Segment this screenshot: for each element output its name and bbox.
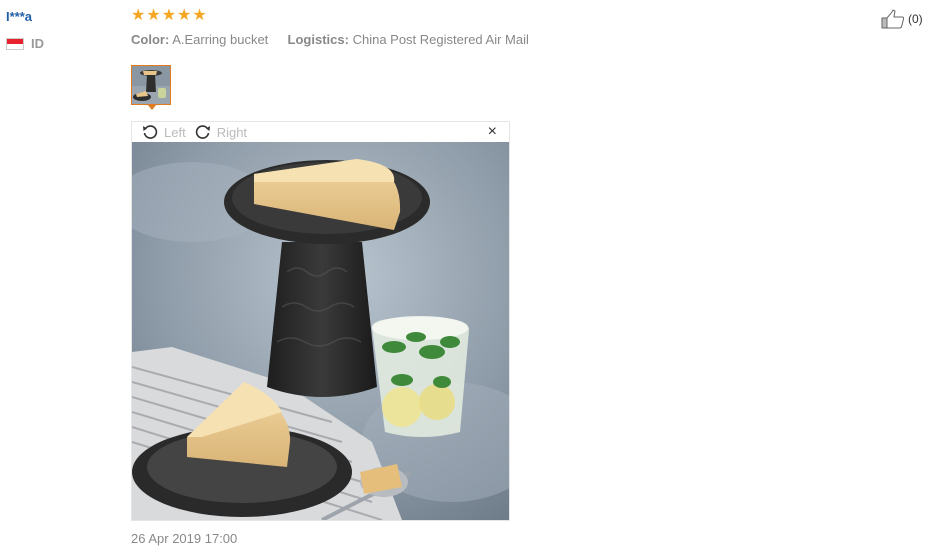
reviewer-name[interactable]: I***a bbox=[6, 9, 32, 24]
color-value: A.Earring bucket bbox=[172, 32, 269, 47]
indonesia-flag-icon bbox=[6, 37, 24, 50]
star-icon: ★ bbox=[146, 7, 161, 24]
star-icon: ★ bbox=[131, 7, 146, 24]
logistics-label: Logistics: bbox=[287, 32, 349, 47]
star-rating: ★ ★ ★ ★ ★ bbox=[131, 7, 207, 25]
reviewer-country: ID bbox=[6, 36, 44, 51]
helpful-count: (0) bbox=[908, 12, 923, 26]
helpful-button[interactable]: (0) bbox=[881, 9, 923, 29]
star-icon: ★ bbox=[177, 7, 192, 24]
country-code: ID bbox=[31, 36, 44, 51]
rotate-left-button[interactable]: Left bbox=[142, 124, 186, 140]
thumbnail-selected-caret bbox=[147, 104, 157, 110]
rotate-left-label[interactable]: Left bbox=[164, 125, 186, 140]
rotate-right-label[interactable]: Right bbox=[217, 125, 247, 140]
review-date: 26 Apr 2019 17:00 bbox=[131, 531, 238, 546]
photo-viewer-toolbar: Left Right × bbox=[132, 122, 509, 142]
star-icon: ★ bbox=[161, 7, 177, 24]
review-attributes: Color: A.Earring bucket Logistics: China… bbox=[131, 32, 529, 47]
star-icon: ★ bbox=[192, 7, 207, 24]
close-viewer-button[interactable]: × bbox=[488, 123, 497, 141]
review-photo-thumbnail[interactable] bbox=[131, 65, 171, 105]
rotate-left-icon[interactable] bbox=[142, 124, 158, 140]
thumbs-up-icon[interactable] bbox=[881, 9, 905, 29]
review-photo bbox=[132, 142, 509, 520]
photo-viewer: Left Right × bbox=[131, 121, 510, 521]
rotate-right-icon[interactable] bbox=[195, 124, 211, 140]
rotate-right-button[interactable]: Right bbox=[195, 124, 247, 140]
logistics-value: China Post Registered Air Mail bbox=[352, 32, 529, 47]
color-label: Color: bbox=[131, 32, 170, 47]
